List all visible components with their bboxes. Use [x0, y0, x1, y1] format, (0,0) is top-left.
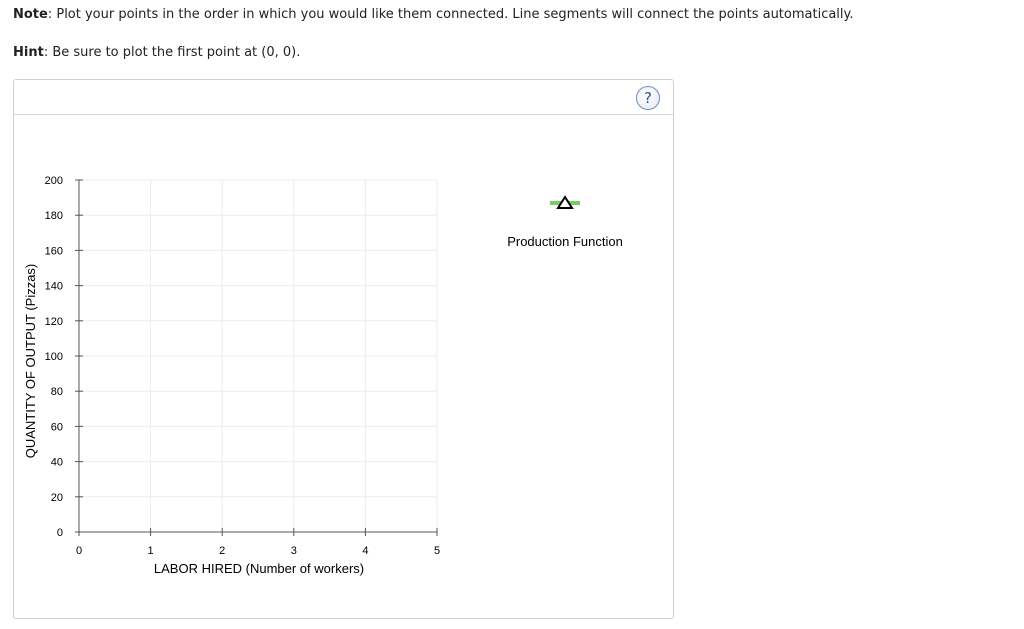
production-function-graph[interactable]: 0 20 40 60 80 100 120 140 160 180 200 0 1 2 3 4 5 LABOR H…	[0, 0, 1024, 629]
x-tick-label: 1	[148, 545, 154, 557]
y-tick-label: 200	[45, 175, 63, 187]
y-tick-label: 120	[45, 316, 63, 328]
x-axis-title: LABOR HIRED (Number of workers)	[154, 561, 364, 576]
y-tick-label: 160	[45, 245, 63, 257]
x-tick-label: 0	[76, 545, 82, 557]
x-tick-label: 2	[219, 545, 225, 557]
y-tick-label: 0	[57, 527, 63, 539]
x-tick-label: 4	[362, 545, 368, 557]
x-tick-label: 3	[291, 545, 297, 557]
y-tick-label: 180	[45, 210, 63, 222]
legend-label: Production Function	[507, 234, 623, 249]
y-tick-label: 40	[51, 457, 63, 469]
y-tick-label: 80	[51, 386, 63, 398]
x-tick-label: 5	[434, 545, 440, 557]
y-tick-label: 60	[51, 421, 63, 433]
y-tick-label: 100	[45, 351, 63, 363]
y-axis-title: QUANTITY OF OUTPUT (Pizzas)	[23, 264, 38, 459]
y-tick-label: 20	[51, 492, 63, 504]
y-tick-label: 140	[45, 281, 63, 293]
